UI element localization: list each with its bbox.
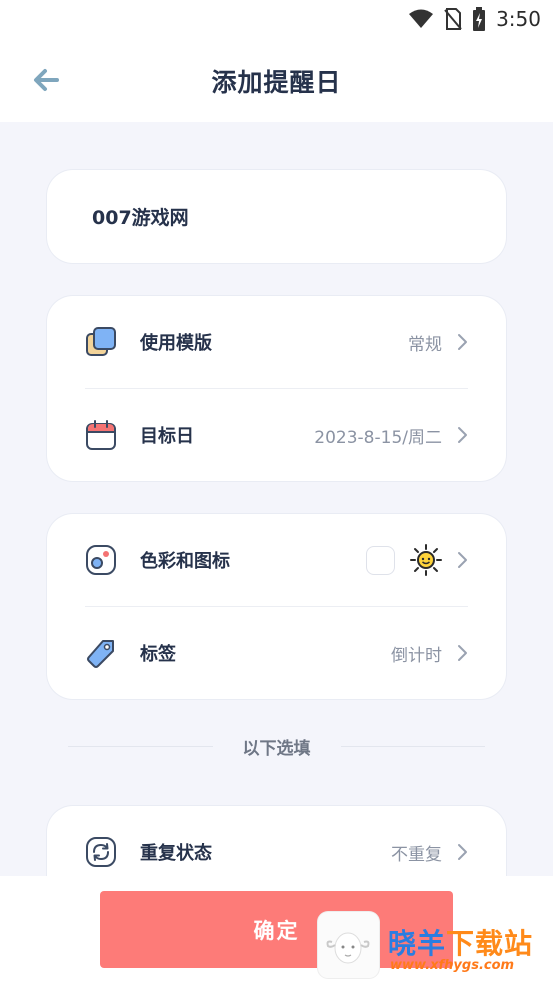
chevron-right-icon (458, 334, 467, 350)
optional-section-label: 以下选填 (242, 738, 311, 759)
target-date-label: 目标日 (140, 426, 194, 447)
no-sim-icon (444, 8, 462, 30)
template-icon (86, 327, 116, 356)
tag-icon (87, 640, 114, 668)
app-header: 添加提醒日 (0, 38, 553, 122)
page-title: 添加提醒日 (211, 68, 342, 97)
repeat-icon (86, 837, 116, 867)
status-time: 3:50 (496, 7, 541, 31)
confirm-button-label: 确定 (253, 918, 300, 943)
calendar-icon (86, 420, 116, 450)
battery-icon (473, 7, 486, 31)
template-value: 常规 (408, 334, 442, 355)
repeat-value: 不重复 (391, 844, 442, 865)
chevron-right-icon (458, 645, 467, 661)
watermark-url: www.xfhygs.com (390, 958, 515, 973)
basic-settings-card: 使用模版 常规 目标日 2023-8-15/周二 (47, 296, 506, 481)
tag-value: 倒计时 (391, 645, 442, 666)
template-label: 使用模版 (140, 333, 212, 354)
wifi-icon (409, 9, 434, 28)
status-bar: 3:50 (0, 0, 553, 38)
sheep-icon (326, 932, 370, 964)
reminder-name-field[interactable]: 007游戏网 (92, 203, 189, 230)
color-icon-row[interactable]: 色彩和图标 (85, 514, 468, 606)
tag-row[interactable]: 标签 倒计时 (85, 607, 468, 699)
palette-icon (86, 545, 116, 575)
target-date-row[interactable]: 目标日 2023-8-15/周二 (85, 389, 468, 481)
tag-label: 标签 (140, 644, 176, 665)
appearance-card: 色彩和图标 标签 倒计时 (47, 514, 506, 699)
name-input-card[interactable]: 007游戏网 (47, 170, 506, 263)
chevron-right-icon (458, 552, 467, 568)
template-row[interactable]: 使用模版 常规 (85, 296, 468, 388)
chevron-right-icon (458, 427, 467, 443)
sun-icon (410, 544, 442, 576)
target-date-value: 2023-8-15/周二 (314, 427, 442, 448)
color-swatch (366, 545, 395, 575)
bottom-action-bar: 确定 晓羊下载站 www.xfhygs.com (0, 876, 553, 983)
repeat-label: 重复状态 (140, 843, 212, 864)
watermark-brand: 晓羊下载站 (388, 927, 534, 960)
chevron-right-icon (458, 844, 467, 860)
watermark-logo (318, 912, 379, 978)
color-icon-label: 色彩和图标 (140, 551, 230, 572)
optional-section-divider: 以下选填 (68, 734, 485, 759)
